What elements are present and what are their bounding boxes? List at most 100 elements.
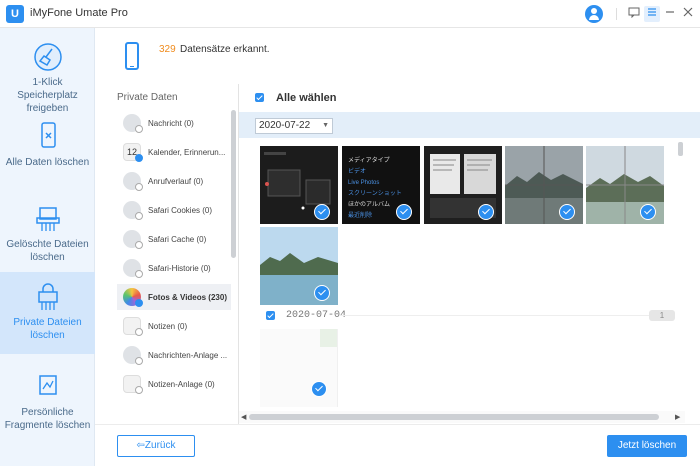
photo-selected-check-icon[interactable] bbox=[396, 204, 412, 220]
record-count: 329 bbox=[159, 44, 176, 55]
horizontal-scroll-thumb[interactable] bbox=[249, 414, 659, 420]
thumb-text: メディアタイプ bbox=[348, 158, 390, 164]
category-checkbox[interactable] bbox=[135, 212, 143, 220]
sidebar-item-label: Alle Daten löschen bbox=[5, 157, 90, 168]
photo-selected-check-icon[interactable] bbox=[559, 204, 575, 220]
shredder-icon bbox=[33, 204, 63, 234]
category-label: Notizen (0) bbox=[148, 322, 188, 331]
footer-bar: ⇦Zurück Jetzt löschen bbox=[95, 424, 700, 466]
phone-icon bbox=[125, 42, 139, 70]
category-item[interactable]: 12 Kalender, Erinnerun... bbox=[117, 139, 231, 165]
category-item[interactable]: Notizen-Anlage (0) bbox=[117, 371, 231, 397]
chevron-down-icon: ▼ bbox=[322, 122, 329, 129]
sidebar-item-label: Private Dateien löschen bbox=[13, 317, 82, 341]
fragment-icon bbox=[33, 370, 63, 400]
category-checkbox[interactable] bbox=[135, 357, 143, 365]
category-panel: Private Daten Nachricht (0) 12 Kalender,… bbox=[113, 84, 239, 424]
sidebar-item-one-click-free-space[interactable]: 1-Klick Speicherplatz freigeben bbox=[0, 36, 95, 114]
photo-thumbnail[interactable] bbox=[260, 329, 338, 407]
category-panel-title: Private Daten bbox=[117, 92, 178, 103]
sidebar-item-erase-private-files[interactable]: Private Dateien löschen bbox=[0, 272, 95, 354]
minimize-icon[interactable] bbox=[662, 6, 678, 22]
group-count-badge: 1 bbox=[649, 310, 675, 321]
category-checkbox[interactable] bbox=[135, 241, 143, 249]
back-button[interactable]: ⇦Zurück bbox=[117, 435, 195, 457]
category-label: Notizen-Anlage (0) bbox=[148, 380, 215, 389]
category-scrollbar[interactable] bbox=[231, 110, 236, 258]
phone-erase-icon bbox=[33, 120, 63, 150]
category-item[interactable]: Safari Cache (0) bbox=[117, 226, 231, 252]
photo-thumbnail[interactable] bbox=[505, 146, 583, 224]
photo-thumbnail[interactable] bbox=[424, 146, 502, 224]
select-all-label: Alle wählen bbox=[276, 92, 337, 104]
photo-thumbnail[interactable] bbox=[586, 146, 664, 224]
media-grid-panel: Alle wählen 2020-07-22 ▼ メディアタイプ ビデオ Liv… bbox=[239, 84, 700, 424]
group-date-label: 2020-07-04 bbox=[286, 310, 347, 321]
feedback-icon[interactable] bbox=[626, 6, 642, 22]
photo-thumbnail[interactable]: メディアタイプ ビデオ Live Photos スクリーンショット ほかのアルバ… bbox=[342, 146, 420, 224]
category-label: Safari Cache (0) bbox=[148, 235, 207, 244]
category-item[interactable]: Nachricht (0) bbox=[117, 110, 231, 136]
date-filter-bar: 2020-07-22 ▼ bbox=[239, 112, 700, 138]
category-item[interactable]: Safari Cookies (0) bbox=[117, 197, 231, 223]
date-filter-select[interactable]: 2020-07-22 ▼ bbox=[255, 118, 333, 134]
title-bar: U iMyFone Umate Pro bbox=[0, 0, 700, 28]
media-horizontal-scrollbar[interactable]: ◀ ▶ bbox=[239, 411, 685, 423]
scroll-right-icon[interactable]: ▶ bbox=[675, 413, 680, 421]
select-all-row[interactable]: Alle wählen bbox=[239, 84, 700, 112]
media-vertical-scrollbar[interactable] bbox=[678, 142, 683, 412]
category-label: Anrufverlauf (0) bbox=[148, 177, 204, 186]
broom-icon bbox=[33, 42, 63, 72]
photo-thumbnail[interactable] bbox=[260, 146, 338, 224]
close-icon[interactable] bbox=[680, 6, 696, 22]
titlebar-divider bbox=[616, 8, 617, 20]
sidebar: 1-Klick Speicherplatz freigeben Alle Dat… bbox=[0, 28, 95, 466]
back-arrow-icon: ⇦ bbox=[136, 440, 145, 451]
scroll-left-icon[interactable]: ◀ bbox=[241, 413, 246, 421]
group-checkbox[interactable] bbox=[266, 311, 275, 320]
app-title: iMyFone Umate Pro bbox=[30, 7, 128, 19]
photo-selected-check-icon[interactable] bbox=[640, 204, 656, 220]
category-checkbox[interactable] bbox=[135, 299, 143, 307]
category-checkbox[interactable] bbox=[135, 183, 143, 191]
category-checkbox[interactable] bbox=[135, 125, 143, 133]
photo-selected-check-icon[interactable] bbox=[314, 204, 330, 220]
category-checkbox[interactable] bbox=[135, 270, 143, 278]
category-item[interactable]: Anrufverlauf (0) bbox=[117, 168, 231, 194]
category-label: Safari-Historie (0) bbox=[148, 264, 211, 273]
category-label: Fotos & Videos (230) bbox=[148, 293, 227, 302]
scan-summary-header: 329 Datensätze erkannt. bbox=[95, 28, 700, 84]
category-item[interactable]: Fotos & Videos (230) bbox=[117, 284, 231, 310]
thumb-text: Live Photos bbox=[348, 180, 380, 186]
user-avatar-icon[interactable] bbox=[585, 5, 603, 23]
category-item[interactable]: Notizen (0) bbox=[117, 313, 231, 339]
sidebar-item-label: Persönliche Fragmente löschen bbox=[4, 407, 91, 431]
photo-selected-check-icon[interactable] bbox=[478, 204, 494, 220]
category-checkbox[interactable] bbox=[135, 154, 143, 162]
vertical-scroll-thumb[interactable] bbox=[678, 142, 683, 156]
thumb-text: 最近削除 bbox=[348, 213, 373, 219]
sidebar-item-label: 1-Klick Speicherplatz freigeben bbox=[17, 77, 78, 114]
category-label: Safari Cookies (0) bbox=[148, 206, 213, 215]
thumb-text: ビデオ bbox=[348, 169, 367, 175]
category-item[interactable]: Nachrichten-Anlage ... bbox=[117, 342, 231, 368]
photo-selected-check-icon[interactable] bbox=[311, 381, 327, 397]
category-checkbox[interactable] bbox=[135, 328, 143, 336]
thumb-text: スクリーンショット bbox=[348, 191, 402, 197]
menu-icon[interactable] bbox=[644, 6, 660, 22]
sidebar-item-erase-personal-fragments[interactable]: Persönliche Fragmente löschen bbox=[0, 362, 95, 462]
group-divider bbox=[339, 315, 649, 316]
category-label: Kalender, Erinnerun... bbox=[148, 148, 226, 157]
sidebar-item-erase-all-data[interactable]: Alle Daten löschen bbox=[0, 116, 95, 196]
thumb-text: ほかのアルバム bbox=[348, 202, 390, 208]
select-all-checkbox[interactable] bbox=[255, 93, 264, 102]
photo-thumbnail[interactable] bbox=[260, 227, 338, 305]
category-item[interactable]: Safari-Historie (0) bbox=[117, 255, 231, 281]
photo-selected-check-icon[interactable] bbox=[314, 285, 330, 301]
record-count-text: Datensätze erkannt. bbox=[180, 44, 270, 55]
date-filter-value: 2020-07-22 bbox=[259, 120, 311, 131]
category-checkbox[interactable] bbox=[135, 386, 143, 394]
category-label: Nachrichten-Anlage ... bbox=[148, 351, 228, 360]
back-button-label: Zurück bbox=[144, 440, 176, 451]
erase-now-button[interactable]: Jetzt löschen bbox=[607, 435, 687, 457]
